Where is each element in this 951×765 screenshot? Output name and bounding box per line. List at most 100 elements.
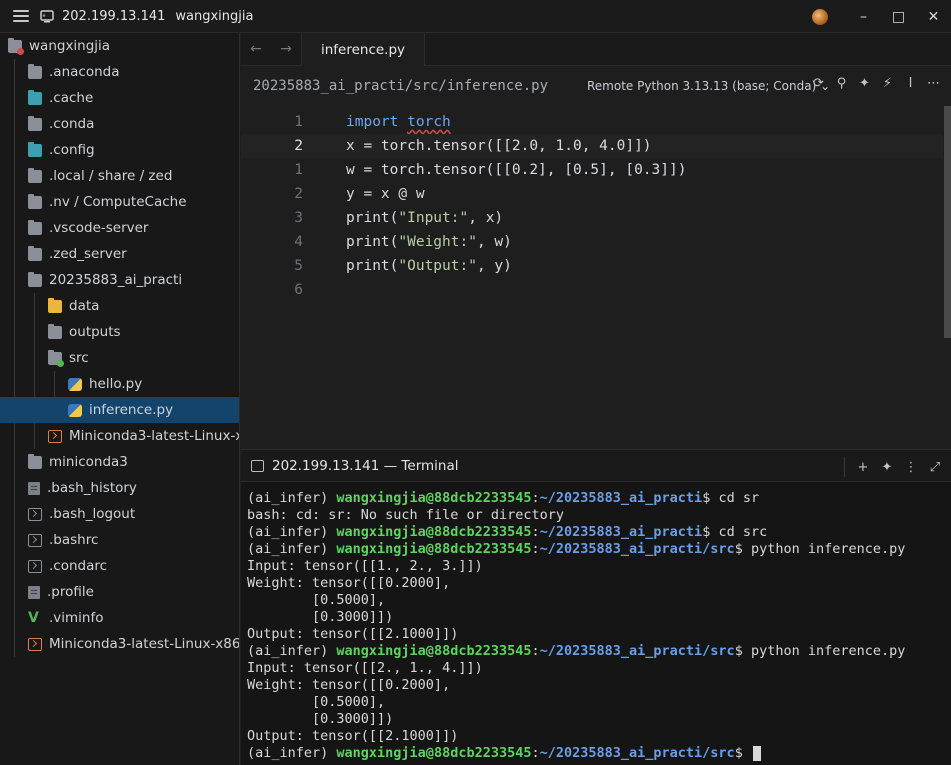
more-icon[interactable]: ⋯ xyxy=(922,76,945,91)
prompt-env: (ai_infer) xyxy=(247,524,337,540)
tree-item[interactable]: 20235883_ai_practi xyxy=(0,267,239,293)
tree-item[interactable]: data xyxy=(0,293,239,319)
terminal-panel[interactable]: (ai_infer) wangxingjia@88dcb2233545:~/20… xyxy=(241,482,951,765)
tree-item-label: data xyxy=(69,298,100,314)
breadcrumb[interactable]: 20235883_ai_practi/src/inference.py xyxy=(253,78,548,94)
tree-item[interactable]: .conda xyxy=(0,111,239,137)
terminal-file-icon xyxy=(28,533,42,547)
file-icon xyxy=(28,481,40,495)
expand-icon[interactable]: ⤢ xyxy=(923,460,947,475)
kernel-selector[interactable]: Remote Python 3.13.13 (base; Conda) ⌄ xyxy=(587,79,830,93)
tree-item-label: .config xyxy=(49,142,95,158)
maximize-icon[interactable]: □ xyxy=(881,0,916,33)
tree-item[interactable]: .bash_history xyxy=(0,475,239,501)
terminal-icon xyxy=(251,460,264,472)
text-cursor-icon[interactable]: I xyxy=(899,76,922,91)
tree-item[interactable]: miniconda3 xyxy=(0,449,239,475)
terminal-line: (ai_infer) wangxingjia@88dcb2233545:~/20… xyxy=(247,524,768,540)
tree-root[interactable]: wangxingjia xyxy=(0,33,239,59)
prompt-user: wangxingjia@88dcb2233545 xyxy=(336,541,532,557)
terminal-tab-bar: 202.199.13.141 — Terminal + ✦ ⋮ ⤢ xyxy=(241,449,951,482)
prompt-user: wangxingjia@88dcb2233545 xyxy=(336,490,532,506)
tree-item[interactable]: .cache xyxy=(0,85,239,111)
folder-icon xyxy=(28,115,42,131)
terminal-line: [0.3000]]) xyxy=(247,609,394,625)
sparkle-icon[interactable]: ✦ xyxy=(853,76,876,91)
plus-icon[interactable]: + xyxy=(851,460,875,475)
tab-terminal[interactable]: 202.199.13.141 — Terminal xyxy=(251,450,481,482)
prompt-env: (ai_infer) xyxy=(247,643,337,659)
tree-item-label: Miniconda3-latest-Linux-x86_ xyxy=(49,636,240,652)
tree-item[interactable]: src xyxy=(0,345,239,371)
tree-item[interactable]: .profile xyxy=(0,579,239,605)
search-icon[interactable]: ⚲ xyxy=(830,76,853,91)
terminal-file-icon xyxy=(28,637,42,651)
tree-item[interactable]: .condarc xyxy=(0,553,239,579)
folder-icon xyxy=(28,245,42,261)
code-line: 2 y = x @ w xyxy=(241,182,943,206)
prompt-user: wangxingjia@88dcb2233545 xyxy=(336,745,532,761)
tab-inference-py[interactable]: inference.py xyxy=(301,33,425,66)
terminal-file-icon xyxy=(48,429,62,443)
forward-arrow-icon[interactable]: → xyxy=(271,41,301,57)
tree-item[interactable]: Miniconda3-latest-Linux-x86_ xyxy=(0,631,240,657)
remote-server-icon[interactable] xyxy=(40,9,54,23)
editor-breadcrumb-bar: 20235883_ai_practi/src/inference.py Remo… xyxy=(241,66,951,106)
terminal-line: [0.5000], xyxy=(247,694,386,710)
prompt-path: ~/20235883_ai_practi/src xyxy=(539,541,735,557)
code-line: 1 w = torch.tensor([[0.2], [0.5], [0.3]]… xyxy=(241,158,943,182)
refresh-icon[interactable]: ⟳ xyxy=(807,76,830,91)
terminal-line: [0.5000], xyxy=(247,592,386,608)
tree-item[interactable]: .bash_logout xyxy=(0,501,239,527)
prompt-command: $ cd sr xyxy=(702,490,760,506)
tree-item-label: .condarc xyxy=(49,558,108,574)
tree-item-label: .viminfo xyxy=(49,610,104,626)
tree-item-selected[interactable]: inference.py xyxy=(0,397,239,423)
close-icon[interactable]: ✕ xyxy=(916,0,951,33)
tree-item[interactable]: .config xyxy=(0,137,239,163)
line-number: 2 xyxy=(294,138,303,154)
minimize-icon[interactable]: – xyxy=(846,0,881,33)
code-editor[interactable]: 1 import torch 2 x = torch.tensor([[2.0,… xyxy=(241,106,943,448)
avatar[interactable] xyxy=(812,8,828,25)
tree-item-label: .zed_server xyxy=(49,246,127,262)
prompt-command: $ python inference.py xyxy=(734,643,906,659)
folder-src-icon xyxy=(48,349,64,367)
tree-item[interactable]: .vscode-server xyxy=(0,215,239,241)
tree-item[interactable]: V .viminfo xyxy=(0,605,239,631)
tree-item[interactable]: hello.py xyxy=(0,371,239,397)
tree-item[interactable]: outputs xyxy=(0,319,239,345)
tree-item-label: .nv / ComputeCache xyxy=(49,194,187,210)
terminal-line: Output: tensor([[2.1000]]) xyxy=(247,728,459,744)
line-number: 3 xyxy=(294,210,303,226)
tree-item[interactable]: .local / share / zed xyxy=(0,163,239,189)
folder-icon xyxy=(28,63,42,79)
lightning-icon[interactable]: ⚡ xyxy=(876,76,899,91)
tree-item[interactable]: .zed_server xyxy=(0,241,239,267)
scrollbar-thumb[interactable] xyxy=(944,106,951,338)
tree-item[interactable]: .nv / ComputeCache xyxy=(0,189,239,215)
tree-item-label: .anaconda xyxy=(49,64,120,80)
code-line: 3 print("Input:", x) xyxy=(241,206,943,230)
code-line: 1 import torch xyxy=(241,110,943,134)
tree-item[interactable]: .bashrc xyxy=(0,527,239,553)
sparkle-icon[interactable]: ✦ xyxy=(875,460,899,475)
more-icon[interactable]: ⋮ xyxy=(899,460,923,475)
back-arrow-icon[interactable]: ← xyxy=(241,41,271,57)
menu-icon[interactable] xyxy=(13,10,29,22)
editor-scrollbar[interactable] xyxy=(943,106,951,448)
tree-item[interactable]: .anaconda xyxy=(0,59,239,85)
tree-item-label: src xyxy=(69,350,89,366)
code-text: , x) xyxy=(468,210,504,226)
title-host[interactable]: 202.199.13.141 xyxy=(62,9,165,24)
terminal-line: Input: tensor([[2., 1., 4.]]) xyxy=(247,660,483,676)
terminal-cursor xyxy=(752,745,761,761)
prompt-env: (ai_infer) xyxy=(247,541,337,557)
line-number: 6 xyxy=(294,282,303,298)
code-text: print( xyxy=(346,234,399,250)
terminal-line: (ai_infer) wangxingjia@88dcb2233545:~/20… xyxy=(247,745,951,762)
prompt-path: ~/20235883_ai_practi xyxy=(539,490,703,506)
tree-item[interactable]: Miniconda3-latest-Linux-x8 xyxy=(0,423,239,449)
title-bar: 202.199.13.141 wangxingjia – □ ✕ xyxy=(0,0,951,33)
title-user[interactable]: wangxingjia xyxy=(175,9,253,24)
